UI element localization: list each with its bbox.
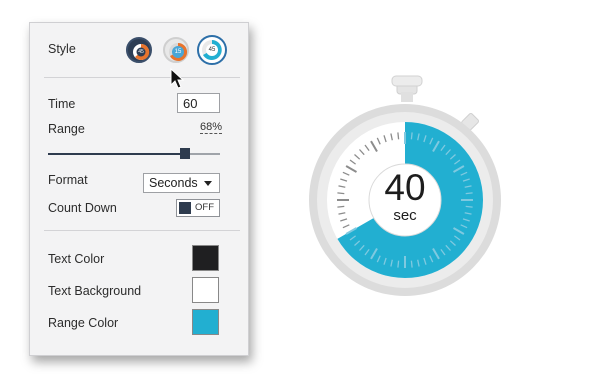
tick-mark	[337, 192, 345, 195]
tick-mark	[337, 205, 345, 208]
tick-mark	[465, 192, 473, 195]
tick-mark	[397, 260, 400, 268]
stopwatch-crown	[391, 75, 423, 102]
tick-mark	[397, 132, 400, 140]
timer-unit: sec	[393, 207, 417, 224]
tick-mark	[410, 260, 413, 268]
stopwatch-widget	[309, 75, 501, 296]
tick-mark	[410, 132, 413, 140]
tick-mark	[465, 205, 473, 208]
timer-value: 40	[384, 167, 426, 208]
